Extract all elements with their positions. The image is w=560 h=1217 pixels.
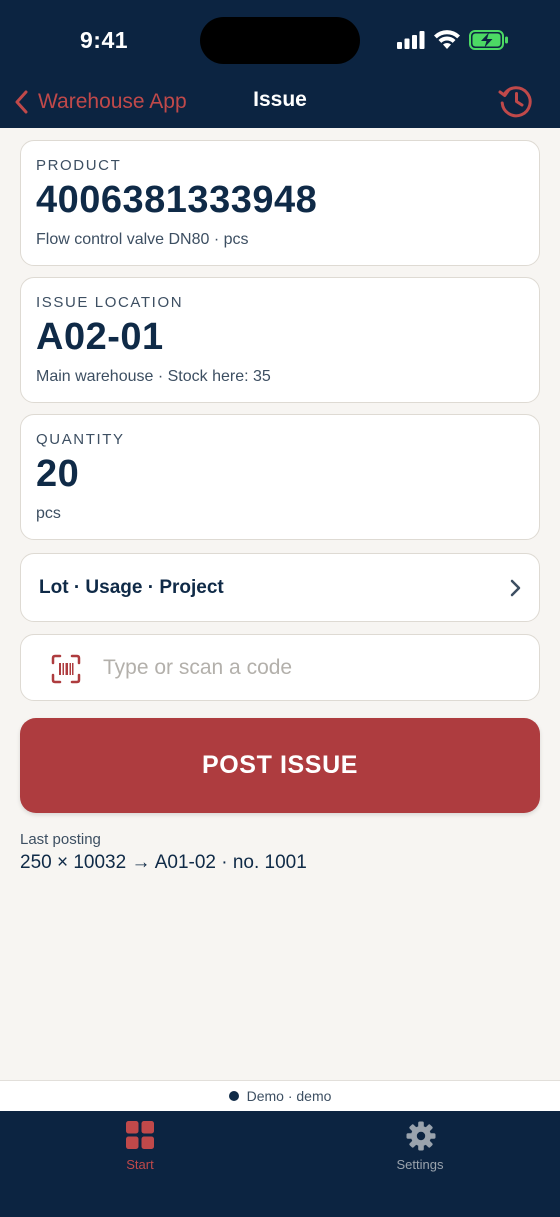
product-label: PRODUCT xyxy=(36,157,122,174)
battery-charging-icon xyxy=(469,30,508,50)
history-icon xyxy=(498,86,532,118)
back-button-label: Warehouse App xyxy=(38,90,187,113)
environment-label: Demo · demo xyxy=(246,1088,332,1104)
scan-field xyxy=(20,634,540,701)
page-title: Issue xyxy=(253,88,307,111)
product-card[interactable]: PRODUCT 4006381333948 Flow control valve… xyxy=(20,140,540,266)
barcode-scan-icon[interactable] xyxy=(51,654,81,684)
tab-settings-label: Settings xyxy=(396,1157,444,1172)
grid-icon xyxy=(126,1121,154,1149)
tab-settings[interactable]: Settings xyxy=(280,1111,560,1191)
chevron-left-icon xyxy=(15,90,28,114)
history-button[interactable] xyxy=(498,83,534,124)
status-time: 9:41 xyxy=(80,27,129,53)
tab-bar: Start Settings xyxy=(0,1111,560,1217)
back-button[interactable]: Warehouse App xyxy=(14,83,187,121)
status-bar: 9:41 xyxy=(0,0,560,80)
quantity-label: QUANTITY xyxy=(36,431,125,448)
issue-location-label: ISSUE LOCATION xyxy=(36,294,184,311)
chevron-right-icon xyxy=(510,579,521,597)
wifi-icon xyxy=(434,30,460,49)
last-posting-value: 250 × 10032 → A01-02 · no. 1001 xyxy=(20,852,307,873)
lot-usage-project-row[interactable]: Lot · Usage · Project xyxy=(20,553,540,622)
tab-start-label: Start xyxy=(126,1157,154,1172)
product-description: Flow control valve DN80 · pcs xyxy=(36,231,249,248)
tab-start[interactable]: Start xyxy=(0,1111,280,1191)
quantity-unit: pcs xyxy=(36,505,61,522)
cellular-signal-icon xyxy=(397,31,425,49)
post-issue-button[interactable]: POST ISSUE xyxy=(20,718,540,813)
issue-location-code: A02-01 xyxy=(36,316,164,358)
quantity-value: 20 xyxy=(36,453,80,495)
environment-indicator: Demo · demo xyxy=(0,1080,560,1111)
gear-icon xyxy=(406,1121,436,1151)
issue-location-description: Main warehouse · Stock here: 35 xyxy=(36,368,271,385)
dynamic-island xyxy=(200,17,360,64)
header: 9:41 Warehouse App Issue xyxy=(0,0,560,128)
quantity-card[interactable]: QUANTITY 20 pcs xyxy=(20,414,540,540)
last-posting-label: Last posting xyxy=(20,831,101,848)
scan-input[interactable] xyxy=(103,649,523,687)
lot-usage-project-label: Lot · Usage · Project xyxy=(39,577,224,598)
issue-location-card[interactable]: ISSUE LOCATION A02-01 Main warehouse · S… xyxy=(20,277,540,403)
navigation-bar: Warehouse App Issue xyxy=(0,80,560,128)
environment-status-dot xyxy=(228,1091,239,1101)
product-code: 4006381333948 xyxy=(36,179,318,221)
